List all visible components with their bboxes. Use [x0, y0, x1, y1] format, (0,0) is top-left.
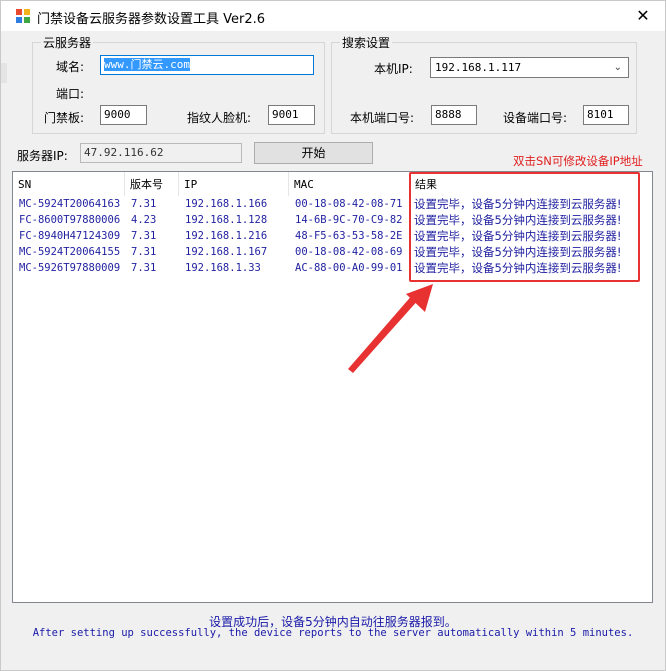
red-arrow-icon: [348, 284, 433, 373]
footer-note-en: After setting up successfully, the devic…: [32, 627, 634, 639]
main-window: 门禁设备云服务器参数设置工具 Ver2.6 ✕ 云服务器 域名: www.门禁云…: [0, 0, 666, 671]
